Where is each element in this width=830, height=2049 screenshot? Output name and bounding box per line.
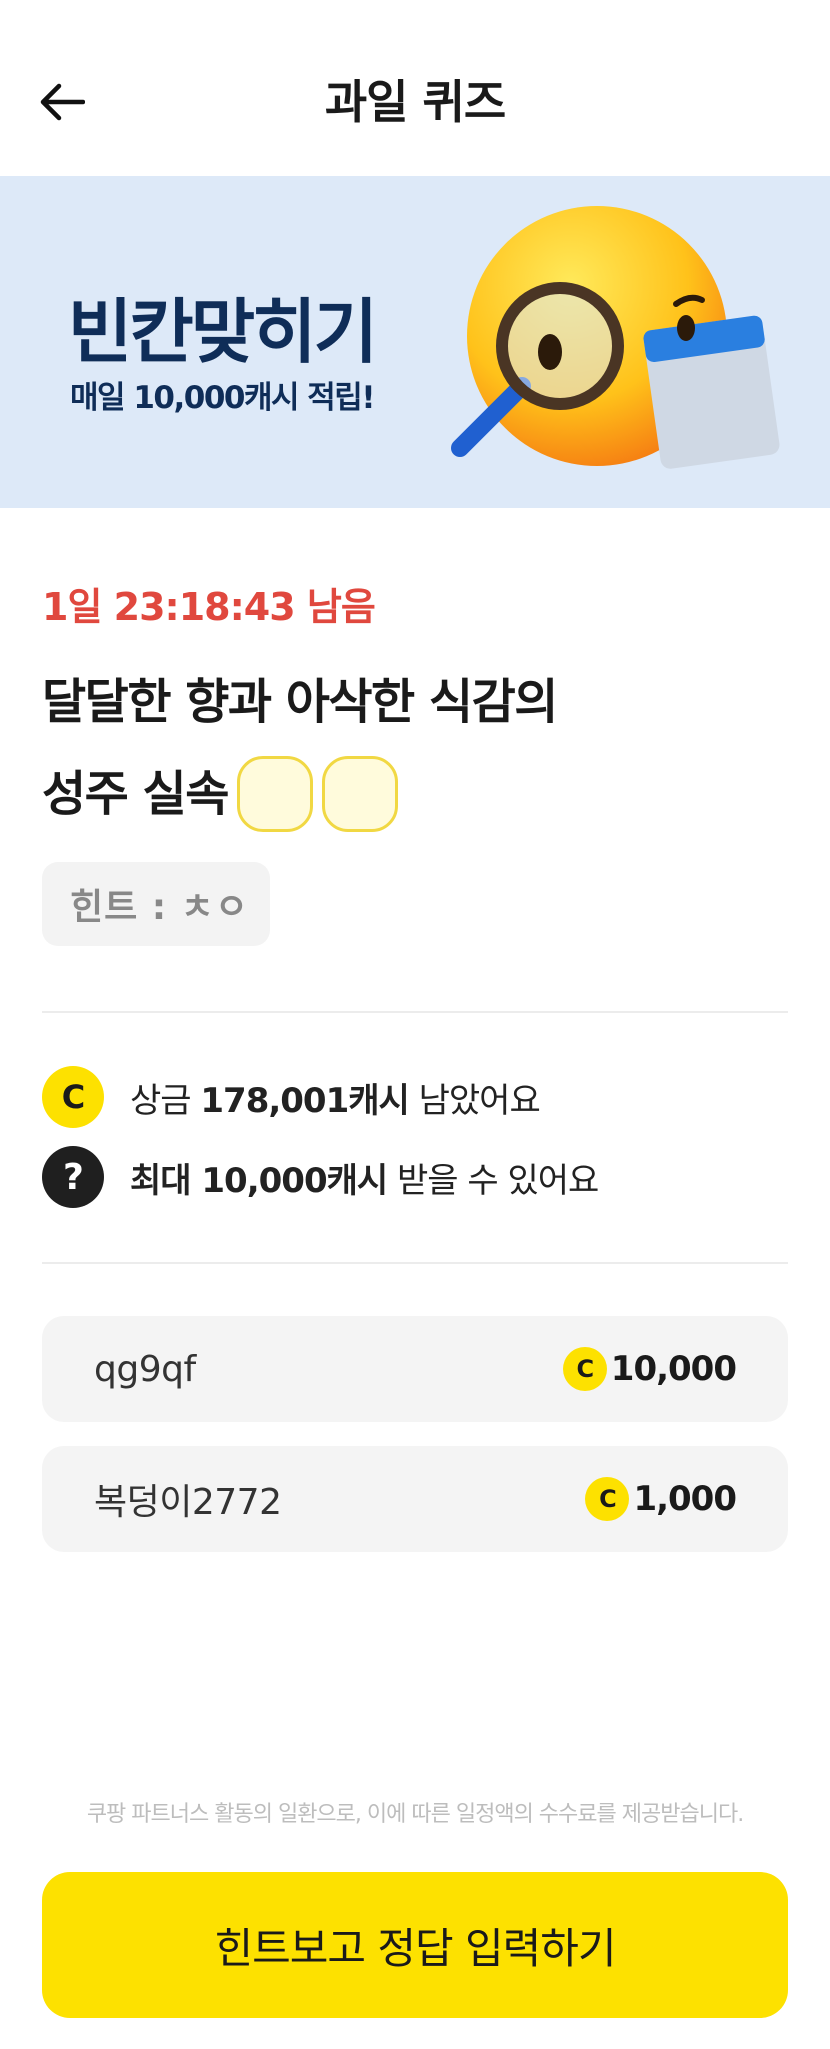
hint-answer-button[interactable]: 힌트보고 정답 입력하기 xyxy=(42,1872,788,2018)
divider-bottom xyxy=(42,1262,788,1264)
answer-blank-1 xyxy=(236,756,313,832)
question-icon[interactable]: ? xyxy=(42,1146,104,1208)
winner-amount-value: 1,000 xyxy=(633,1479,737,1519)
winner-card: qg9qf C 10,000 xyxy=(42,1316,788,1422)
hint-badge: 힌트 : ㅊㅇ xyxy=(42,862,270,946)
winner-name: qg9qf xyxy=(94,1348,196,1390)
quiz-question: 달달한 향과 아삭한 식감의 성주 실속 xyxy=(42,656,558,840)
max-reward-bold: 최대 10,000캐시 xyxy=(130,1160,388,1201)
banner-title: 빈칸맞히기 xyxy=(68,291,378,373)
divider-top xyxy=(42,1011,788,1013)
banner-subtitle: 매일 10,000캐시 적립! xyxy=(70,380,375,416)
winner-card: 복덩이2772 C 1,000 xyxy=(42,1446,788,1552)
max-reward-suffix: 받을 수 있어요 xyxy=(396,1160,599,1201)
partner-disclaimer: 쿠팡 파트너스 활동의 일환으로, 이에 따른 일정액의 수수료를 제공받습니다… xyxy=(86,1802,744,1827)
max-reward-row[interactable]: ? 최대 10,000캐시 받을 수 있어요 xyxy=(42,1146,599,1208)
coin-icon: C xyxy=(562,1347,607,1391)
page-title: 과일 퀴즈 xyxy=(324,75,506,129)
answer-blank-2 xyxy=(321,756,398,832)
prize-prefix: 상금 xyxy=(130,1080,192,1121)
winner-amount: C 10,000 xyxy=(562,1347,737,1391)
app-header: 과일 퀴즈 xyxy=(0,0,830,176)
coin-icon: C xyxy=(42,1066,104,1128)
emoji-magnifier-illustration xyxy=(451,206,780,469)
prize-amount: 178,001캐시 xyxy=(200,1080,409,1121)
coin-icon: C xyxy=(585,1477,630,1521)
question-line-2: 성주 실속 xyxy=(42,748,557,840)
winner-amount-value: 10,000 xyxy=(610,1349,737,1389)
prize-remaining-row: C 상금 178,001캐시 남았어요 xyxy=(42,1066,541,1128)
prize-suffix: 남았어요 xyxy=(418,1080,541,1121)
winner-name: 복덩이2772 xyxy=(94,1482,282,1523)
question-line-1: 달달한 향과 아삭한 식감의 xyxy=(42,674,558,730)
quiz-banner[interactable]: 빈칸맞히기 매일 10,000캐시 적립! xyxy=(0,176,830,508)
countdown-timer: 1일 23:18:43 남음 xyxy=(42,585,376,629)
question-line-2-text: 성주 실속 xyxy=(42,766,229,822)
winner-amount: C 1,000 xyxy=(585,1477,737,1521)
